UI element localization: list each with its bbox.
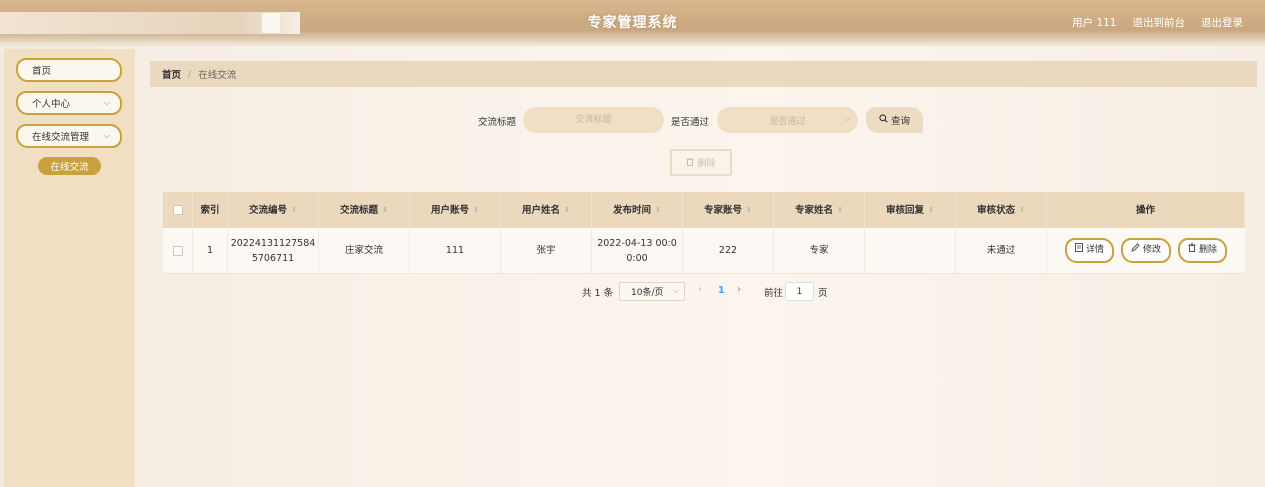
sort-icon[interactable]: ⇕ <box>928 203 934 218</box>
cell-title: 庄家交流 <box>319 228 410 273</box>
cell-publish-time: 2022-04-13 00:0 0:00 <box>592 228 683 273</box>
goto-label: 前往 <box>764 288 784 299</box>
batch-delete-button[interactable]: 删除 <box>670 149 732 176</box>
cell-index: 1 <box>193 228 228 273</box>
select-all-checkbox[interactable] <box>172 205 183 215</box>
chevron-down-icon: ⌵ <box>843 114 850 123</box>
column-header-actions: 操作 <box>1047 192 1245 228</box>
sort-icon[interactable]: ⇕ <box>1019 203 1025 218</box>
edit-button-label: 修改 <box>1142 245 1161 255</box>
column-header-user-account[interactable]: 用户账号 ⇕ <box>410 192 501 228</box>
search-bar: 交流标题 是否通过 是否通过 ⌵ 查询 <box>0 107 1265 133</box>
sort-icon[interactable]: ⇕ <box>382 203 388 218</box>
document-icon <box>1074 243 1083 258</box>
sidebar-item-label: 首页 <box>32 66 52 77</box>
sort-icon[interactable]: ⇕ <box>837 203 843 218</box>
column-header-code[interactable]: 交流编号 ⇕ <box>228 192 319 228</box>
title-filter-label: 交流标题 <box>478 117 517 128</box>
row-checkbox[interactable] <box>172 245 183 256</box>
column-header-user-name[interactable]: 用户姓名 ⇕ <box>501 192 592 228</box>
cell-expert-account: 222 <box>683 228 774 273</box>
front-link[interactable]: 退出到前台 <box>1133 15 1186 30</box>
cell-audit-reply <box>865 228 956 273</box>
total-count: 共 1 条 <box>582 288 614 299</box>
edit-icon <box>1131 243 1140 258</box>
sidebar-subitem-online-exchange[interactable]: 在线交流 <box>38 157 101 175</box>
trash-icon <box>686 157 694 169</box>
page-number-current[interactable]: 1 <box>718 285 725 296</box>
cell-user-account: 111 <box>410 228 501 273</box>
cell-code: 20224131127584 5706711 <box>228 228 319 273</box>
table-row: 1 20224131127584 5706711 庄家交流 111 张宇 202… <box>163 228 1245 274</box>
breadcrumb-separator: / <box>188 68 192 80</box>
breadcrumb: 首页 / 在线交流 <box>150 61 1257 87</box>
detail-button[interactable]: 详情 <box>1064 238 1114 263</box>
page-size-select[interactable]: 10条/页 ⌵ <box>619 282 685 301</box>
column-header-audit-reply[interactable]: 审核回复 ⇕ <box>865 192 956 228</box>
cell-audit-status: 未通过 <box>956 228 1047 273</box>
chevron-down-icon: ⌵ <box>672 286 679 295</box>
query-button[interactable]: 查询 <box>866 107 923 133</box>
pass-select-placeholder: 是否通过 <box>769 116 806 127</box>
prev-page-button[interactable]: ‹ <box>698 284 702 295</box>
pagination: 共 1 条 10条/页 ⌵ ‹ 1 › 前往 页 <box>0 282 1265 301</box>
row-select[interactable] <box>163 228 193 273</box>
page-suffix: 页 <box>818 288 828 299</box>
breadcrumb-home[interactable]: 首页 <box>162 67 181 81</box>
query-button-label: 查询 <box>890 116 910 127</box>
batch-delete-label: 删除 <box>697 159 716 169</box>
header-select-all[interactable] <box>163 192 193 228</box>
current-user: 用户 111 <box>1072 17 1117 29</box>
row-delete-button[interactable]: 删除 <box>1178 238 1228 263</box>
logout-link[interactable]: 退出登录 <box>1201 15 1243 30</box>
column-header-index: 索引 <box>193 192 228 228</box>
sort-icon[interactable]: ⇕ <box>746 203 752 218</box>
edit-button[interactable]: 修改 <box>1120 238 1171 263</box>
sort-icon[interactable]: ⇕ <box>564 203 570 218</box>
pass-status-select[interactable]: 是否通过 ⌵ <box>717 107 858 133</box>
table-header: 索引 交流编号 ⇕ 交流标题 ⇕ 用户账号 ⇕ 用户姓名 ⇕ 发布时间 ⇕ 专家账号 ⇕ 专… <box>163 192 1245 228</box>
header-actions: 用户 111 退出到前台 退出登录 <box>1072 15 1243 30</box>
column-header-expert-name[interactable]: 专家姓名 ⇕ <box>774 192 865 228</box>
cell-user-name: 张宇 <box>501 228 592 273</box>
breadcrumb-current: 在线交流 <box>198 70 237 81</box>
title-search-input[interactable] <box>523 107 664 133</box>
trash-icon <box>1188 243 1196 258</box>
sort-icon[interactable]: ⇕ <box>473 203 479 218</box>
search-icon <box>879 114 888 126</box>
row-delete-label: 删除 <box>1199 245 1218 255</box>
data-table: 索引 交流编号 ⇕ 交流标题 ⇕ 用户账号 ⇕ 用户姓名 ⇕ 发布时间 ⇕ 专家账号 ⇕ 专… <box>163 192 1245 274</box>
pass-filter-label: 是否通过 <box>671 117 710 128</box>
column-header-title[interactable]: 交流标题 ⇕ <box>319 192 410 228</box>
detail-button-label: 详情 <box>1085 245 1104 255</box>
column-header-audit-status[interactable]: 审核状态 ⇕ <box>956 192 1047 228</box>
column-header-expert-account[interactable]: 专家账号 ⇕ <box>683 192 774 228</box>
top-bar: 专家管理系统 用户 111 退出到前台 退出登录 <box>0 0 1265 46</box>
cell-expert-name: 专家 <box>774 228 865 273</box>
sort-icon[interactable]: ⇕ <box>291 203 297 218</box>
column-header-publish-time[interactable]: 发布时间 ⇕ <box>592 192 683 228</box>
cell-actions: 详情 修改 删除 <box>1047 228 1245 273</box>
goto-page-input[interactable] <box>785 282 814 301</box>
page-size-value: 10条/页 <box>631 288 664 298</box>
next-page-button[interactable]: › <box>737 284 741 295</box>
sidebar-item-home[interactable]: 首页 <box>16 58 122 82</box>
sort-icon[interactable]: ⇕ <box>655 203 661 218</box>
